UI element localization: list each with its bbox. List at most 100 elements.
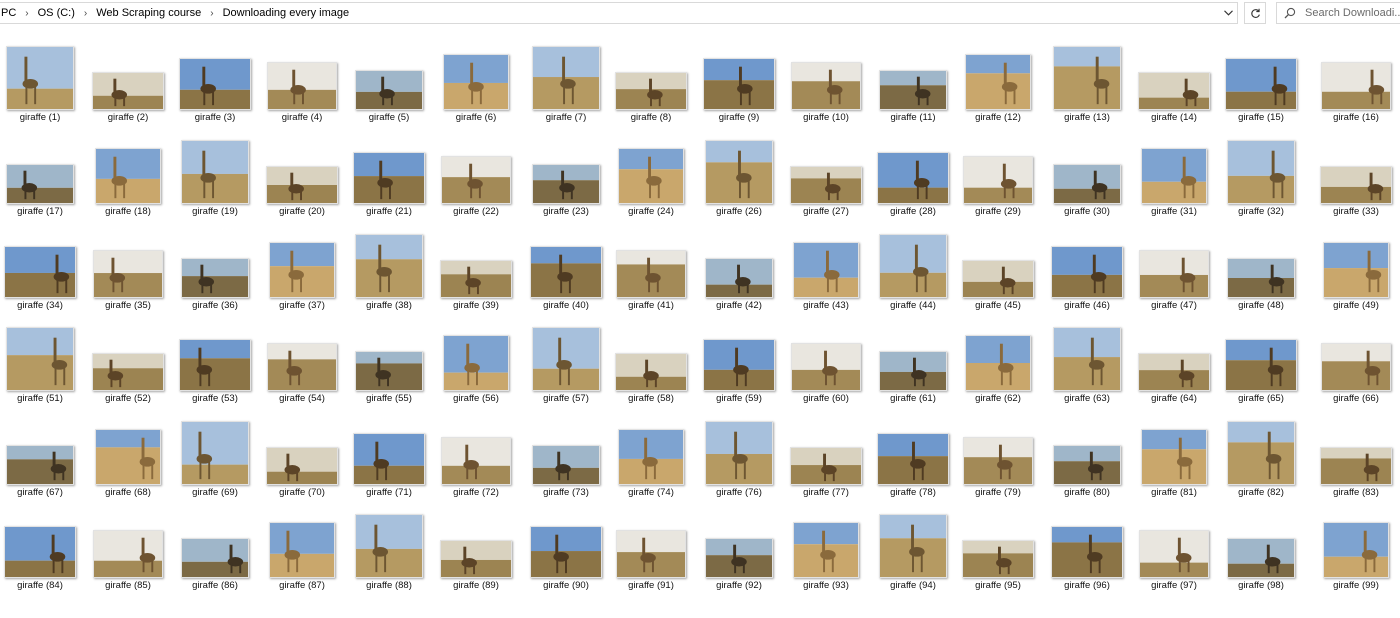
- file-item[interactable]: giraffe (92): [696, 500, 782, 592]
- file-item[interactable]: giraffe (73): [523, 407, 609, 499]
- file-item[interactable]: giraffe (49): [1313, 220, 1399, 312]
- address-bar[interactable]: PC › OS (C:) › Web Scraping course › Dow…: [0, 2, 1238, 24]
- file-item[interactable]: giraffe (64): [1131, 313, 1217, 405]
- file-item[interactable]: giraffe (19): [172, 126, 258, 218]
- file-item[interactable]: giraffe (28): [870, 126, 956, 218]
- file-item[interactable]: giraffe (15): [1218, 32, 1304, 124]
- file-item[interactable]: giraffe (13): [1044, 32, 1130, 124]
- file-item[interactable]: giraffe (24): [608, 126, 694, 218]
- file-item[interactable]: giraffe (84): [0, 500, 83, 592]
- file-item[interactable]: giraffe (98): [1218, 500, 1304, 592]
- file-item[interactable]: giraffe (47): [1131, 220, 1217, 312]
- file-item[interactable]: giraffe (59): [696, 313, 782, 405]
- file-item[interactable]: giraffe (80): [1044, 407, 1130, 499]
- file-item[interactable]: giraffe (32): [1218, 126, 1304, 218]
- file-item[interactable]: giraffe (85): [85, 500, 171, 592]
- file-item[interactable]: giraffe (79): [955, 407, 1041, 499]
- file-item[interactable]: giraffe (46): [1044, 220, 1130, 312]
- file-item[interactable]: giraffe (21): [346, 126, 432, 218]
- file-item[interactable]: giraffe (77): [783, 407, 869, 499]
- file-item[interactable]: giraffe (34): [0, 220, 83, 312]
- file-item[interactable]: giraffe (16): [1313, 32, 1399, 124]
- file-item[interactable]: giraffe (11): [870, 32, 956, 124]
- search-input[interactable]: [1305, 7, 1400, 19]
- file-item[interactable]: giraffe (93): [783, 500, 869, 592]
- file-item[interactable]: giraffe (3): [172, 32, 258, 124]
- breadcrumb-pc[interactable]: PC: [0, 7, 18, 19]
- file-item[interactable]: giraffe (81): [1131, 407, 1217, 499]
- file-item[interactable]: giraffe (23): [523, 126, 609, 218]
- file-item[interactable]: giraffe (89): [433, 500, 519, 592]
- file-item[interactable]: giraffe (65): [1218, 313, 1304, 405]
- file-item[interactable]: giraffe (78): [870, 407, 956, 499]
- file-item[interactable]: giraffe (18): [85, 126, 171, 218]
- file-item[interactable]: giraffe (56): [433, 313, 519, 405]
- file-item[interactable]: giraffe (91): [608, 500, 694, 592]
- file-item[interactable]: giraffe (58): [608, 313, 694, 405]
- file-item[interactable]: giraffe (17): [0, 126, 83, 218]
- file-item[interactable]: giraffe (30): [1044, 126, 1130, 218]
- file-item[interactable]: giraffe (66): [1313, 313, 1399, 405]
- file-item[interactable]: giraffe (1): [0, 32, 83, 124]
- file-item[interactable]: giraffe (94): [870, 500, 956, 592]
- file-item[interactable]: giraffe (41): [608, 220, 694, 312]
- file-item[interactable]: giraffe (86): [172, 500, 258, 592]
- breadcrumb-downloading-every-image[interactable]: Downloading every image: [221, 7, 352, 19]
- file-item[interactable]: giraffe (35): [85, 220, 171, 312]
- file-item[interactable]: giraffe (96): [1044, 500, 1130, 592]
- file-item[interactable]: giraffe (27): [783, 126, 869, 218]
- file-item[interactable]: giraffe (44): [870, 220, 956, 312]
- file-item[interactable]: giraffe (53): [172, 313, 258, 405]
- file-item[interactable]: giraffe (54): [259, 313, 345, 405]
- file-item[interactable]: giraffe (10): [783, 32, 869, 124]
- file-item[interactable]: giraffe (72): [433, 407, 519, 499]
- file-item[interactable]: giraffe (88): [346, 500, 432, 592]
- file-item[interactable]: giraffe (31): [1131, 126, 1217, 218]
- file-item[interactable]: giraffe (83): [1313, 407, 1399, 499]
- file-item[interactable]: giraffe (57): [523, 313, 609, 405]
- file-item[interactable]: giraffe (36): [172, 220, 258, 312]
- file-item[interactable]: giraffe (71): [346, 407, 432, 499]
- file-item[interactable]: giraffe (99): [1313, 500, 1399, 592]
- file-item[interactable]: giraffe (7): [523, 32, 609, 124]
- file-item[interactable]: giraffe (29): [955, 126, 1041, 218]
- file-item[interactable]: giraffe (52): [85, 313, 171, 405]
- file-item[interactable]: giraffe (61): [870, 313, 956, 405]
- file-item[interactable]: giraffe (51): [0, 313, 83, 405]
- breadcrumb-os-c[interactable]: OS (C:): [36, 7, 77, 19]
- refresh-button[interactable]: [1244, 2, 1266, 24]
- file-item[interactable]: giraffe (43): [783, 220, 869, 312]
- address-dropdown-button[interactable]: [1220, 4, 1236, 22]
- file-item[interactable]: giraffe (70): [259, 407, 345, 499]
- file-item[interactable]: giraffe (20): [259, 126, 345, 218]
- file-item[interactable]: giraffe (45): [955, 220, 1041, 312]
- file-item[interactable]: giraffe (69): [172, 407, 258, 499]
- file-item[interactable]: giraffe (37): [259, 220, 345, 312]
- file-item[interactable]: giraffe (22): [433, 126, 519, 218]
- file-item[interactable]: giraffe (95): [955, 500, 1041, 592]
- breadcrumb-web-scraping-course[interactable]: Web Scraping course: [94, 7, 203, 19]
- file-item[interactable]: giraffe (62): [955, 313, 1041, 405]
- file-item[interactable]: giraffe (8): [608, 32, 694, 124]
- file-item[interactable]: giraffe (14): [1131, 32, 1217, 124]
- file-item[interactable]: giraffe (4): [259, 32, 345, 124]
- file-item[interactable]: giraffe (76): [696, 407, 782, 499]
- file-item[interactable]: giraffe (38): [346, 220, 432, 312]
- file-item[interactable]: giraffe (68): [85, 407, 171, 499]
- file-item[interactable]: giraffe (90): [523, 500, 609, 592]
- file-item[interactable]: giraffe (39): [433, 220, 519, 312]
- file-item[interactable]: giraffe (12): [955, 32, 1041, 124]
- file-item[interactable]: giraffe (55): [346, 313, 432, 405]
- file-item[interactable]: giraffe (82): [1218, 407, 1304, 499]
- file-item[interactable]: giraffe (87): [259, 500, 345, 592]
- file-item[interactable]: giraffe (42): [696, 220, 782, 312]
- file-item[interactable]: giraffe (9): [696, 32, 782, 124]
- file-item[interactable]: giraffe (48): [1218, 220, 1304, 312]
- file-item[interactable]: giraffe (33): [1313, 126, 1399, 218]
- file-item[interactable]: giraffe (26): [696, 126, 782, 218]
- file-item[interactable]: giraffe (63): [1044, 313, 1130, 405]
- file-item[interactable]: giraffe (5): [346, 32, 432, 124]
- file-item[interactable]: giraffe (67): [0, 407, 83, 499]
- file-item[interactable]: giraffe (6): [433, 32, 519, 124]
- file-item[interactable]: giraffe (40): [523, 220, 609, 312]
